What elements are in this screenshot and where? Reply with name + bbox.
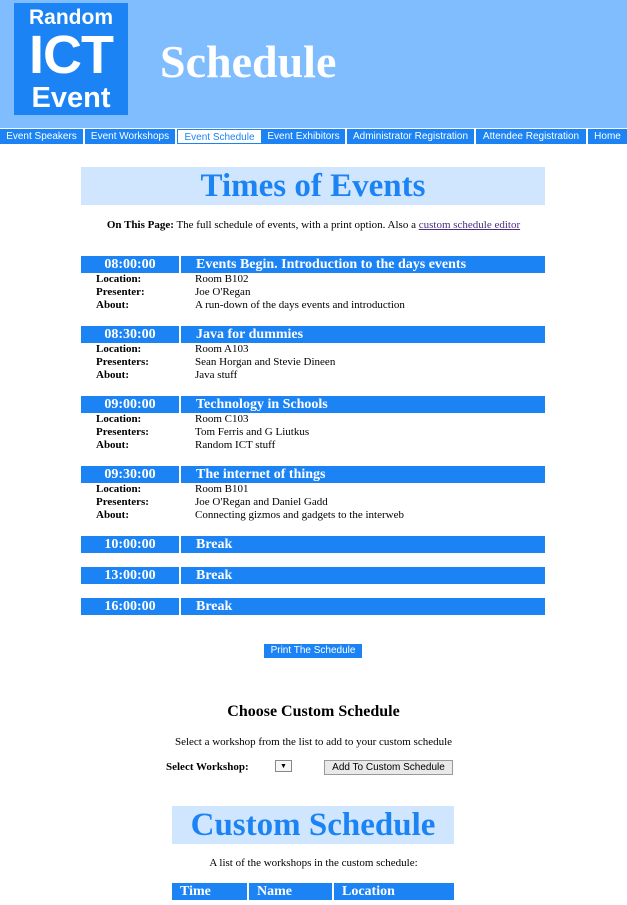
site-header: Random ICT Event Schedule [0, 0, 627, 128]
custom-schedule-table-header: Time Name Location [172, 883, 454, 900]
event-block-break: 10:00:00 Break [81, 536, 545, 553]
detail-value: Room B101 [195, 483, 249, 495]
event-title: Java for dummies [196, 327, 304, 342]
column-header-time: Time [172, 883, 249, 900]
column-header-location: Location [342, 884, 395, 899]
event-time: 13:00:00 [81, 567, 181, 584]
detail-value: Joe O'Regan [195, 286, 251, 298]
detail-value: Room B102 [195, 273, 249, 285]
nav-home[interactable]: Home [588, 129, 627, 144]
event-block: 09:30:00 The internet of things Location… [81, 466, 545, 522]
event-detail-presenter: Presenters: Sean Horgan and Stevie Dinee… [81, 356, 545, 369]
nav-event-exhibitors[interactable]: Event Exhibitors [262, 129, 347, 144]
detail-label: Location: [96, 273, 142, 285]
chevron-down-icon: ▼ [280, 762, 287, 770]
detail-label: Presenters: [96, 356, 149, 368]
detail-label: About: [96, 369, 130, 381]
event-detail-presenter: Presenter: Joe O'Regan [81, 286, 545, 299]
detail-value: Joe O'Regan and Daniel Gadd [195, 496, 328, 508]
detail-label: Presenter: [96, 286, 145, 298]
print-schedule-button[interactable]: Print The Schedule [264, 644, 362, 658]
on-page-label: On This Page: [106, 219, 174, 231]
site-title: Schedule [160, 36, 337, 87]
on-page-summary: On This Page: The full schedule of event… [0, 219, 627, 231]
event-detail-location: Location: Room B101 [81, 483, 545, 496]
event-time: 09:30:00 [81, 466, 181, 483]
event-header: 09:30:00 The internet of things [81, 466, 545, 483]
on-page-text: The full schedule of events, with a prin… [176, 219, 416, 231]
detail-value: Random ICT stuff [195, 439, 276, 451]
event-time: 08:30:00 [81, 326, 181, 343]
event-title: Break [196, 599, 233, 614]
nav-event-speakers[interactable]: Event Speakers [0, 129, 85, 144]
nav-attendee-registration[interactable]: Attendee Registration [476, 129, 588, 144]
event-time: 08:00:00 [81, 256, 181, 273]
custom-schedule-instructions: Select a workshop from the list to add t… [174, 736, 453, 748]
detail-label: About: [96, 299, 130, 311]
event-time: 10:00:00 [81, 536, 181, 553]
event-block-break: 16:00:00 Break [81, 598, 545, 615]
choose-custom-schedule-heading: Choose Custom Schedule [227, 703, 400, 720]
site-logo[interactable]: Random ICT Event [14, 3, 128, 115]
detail-value: Sean Horgan and Stevie Dineen [195, 356, 336, 368]
add-to-custom-schedule-button[interactable]: Add To Custom Schedule [324, 760, 453, 775]
detail-value: Tom Ferris and G Liutkus [195, 426, 310, 438]
event-block: 09:00:00 Technology in Schools Location:… [81, 396, 545, 452]
detail-label: Location: [96, 413, 142, 425]
detail-label: Presenters: [96, 496, 149, 508]
column-header-name: Name [249, 883, 334, 900]
custom-schedule-editor-link[interactable]: custom schedule editor [419, 219, 520, 231]
event-time: 09:00:00 [81, 396, 181, 413]
nav-administrator-registration[interactable]: Administrator Registration [347, 129, 476, 144]
event-detail-presenter: Presenters: Tom Ferris and G Liutkus [81, 426, 545, 439]
event-header: 10:00:00 Break [81, 536, 545, 553]
event-block: 08:30:00 Java for dummies Location: Room… [81, 326, 545, 382]
event-time: 16:00:00 [81, 598, 181, 615]
event-detail-presenter: Presenters: Joe O'Regan and Daniel Gadd [81, 496, 545, 509]
nav-event-schedule[interactable]: Event Schedule [177, 129, 262, 144]
event-detail-about: About: Java stuff [81, 369, 545, 382]
event-header: 08:00:00 Events Begin. Introduction to t… [81, 256, 545, 273]
detail-label: About: [96, 439, 130, 451]
event-title: Events Begin. Introduction to the days e… [196, 257, 467, 272]
detail-value: A run-down of the days events and introd… [195, 299, 405, 311]
logo-line-ict: ICT [29, 25, 114, 85]
detail-value: Room A103 [195, 343, 249, 355]
event-detail-location: Location: Room C103 [81, 413, 545, 426]
event-block-break: 13:00:00 Break [81, 567, 545, 584]
detail-label: Location: [96, 343, 142, 355]
event-header: 09:00:00 Technology in Schools [81, 396, 545, 413]
event-block: 08:00:00 Events Begin. Introduction to t… [81, 256, 545, 312]
event-title: Break [196, 537, 233, 552]
workshop-select[interactable]: ▼ [275, 760, 292, 772]
event-detail-about: About: Random ICT stuff [81, 439, 545, 452]
event-title: The internet of things [196, 467, 326, 482]
detail-value: Java stuff [195, 369, 238, 381]
event-header: 16:00:00 Break [81, 598, 545, 615]
page-heading: Times of Events [81, 167, 545, 205]
event-header: 13:00:00 Break [81, 567, 545, 584]
event-detail-location: Location: Room A103 [81, 343, 545, 356]
logo-line-event: Event [31, 82, 111, 114]
select-workshop-label: Select Workshop: [166, 761, 249, 773]
event-detail-location: Location: Room B102 [81, 273, 545, 286]
detail-value: Connecting gizmos and gadgets to the int… [195, 509, 404, 521]
main-nav: Event Speakers Event Workshops Event Sch… [0, 129, 627, 144]
detail-label: Presenters: [96, 426, 149, 438]
custom-schedule-description: A list of the workshops in the custom sc… [209, 857, 418, 869]
event-header: 08:30:00 Java for dummies [81, 326, 545, 343]
detail-label: About: [96, 509, 130, 521]
event-detail-about: About: Connecting gizmos and gadgets to … [81, 509, 545, 522]
event-detail-about: About: A run-down of the days events and… [81, 299, 545, 312]
detail-label: Location: [96, 483, 142, 495]
event-title: Break [196, 568, 233, 583]
detail-value: Room C103 [195, 413, 249, 425]
custom-schedule-title: Custom Schedule [172, 806, 454, 844]
nav-event-workshops[interactable]: Event Workshops [85, 129, 177, 144]
event-title: Technology in Schools [196, 397, 328, 412]
